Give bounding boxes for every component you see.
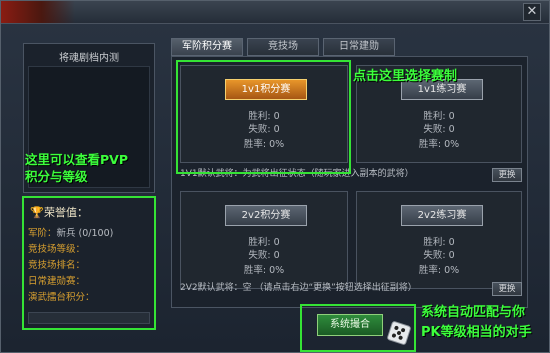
honor-label: 军阶： — [28, 228, 57, 239]
close-button[interactable]: ✕ — [523, 3, 541, 21]
stat-losses: 失败: 0 — [248, 250, 280, 261]
match-panel: 1v1积分赛 胜利: 0 失败: 0 胜率: 0% 1v1练习赛 胜利: 0 失… — [171, 56, 528, 308]
window-title-bar: ✕ — [1, 1, 549, 24]
auto-match-button[interactable]: 系统撮合 — [317, 314, 383, 336]
stat-wins: 胜利: 0 — [423, 111, 455, 122]
2v2-practice-button[interactable]: 2v2练习赛 — [401, 205, 483, 226]
pvp-annotation-line2: 积分与等级 — [25, 169, 88, 184]
select-mode-annotation: 点击这里选择赛制 — [353, 69, 458, 84]
honor-row-arena-level: 竞技场等级： — [28, 242, 113, 258]
honor-header: 🏆荣誉值： — [30, 204, 88, 220]
honor-panel: 🏆荣誉值： 军阶：新兵 (0/100) 竞技场等级： 竞技场排名： 日常建勋赛：… — [22, 196, 156, 330]
honor-label: 竞技场排名： — [28, 260, 86, 271]
pvp-annotation-line1: 这里可以查看PVP — [25, 152, 128, 167]
slot-2v2-rank: 2v2积分赛 胜利: 0 失败: 0 胜率: 0% — [180, 191, 348, 289]
honor-rows: 军阶：新兵 (0/100) 竞技场等级： 竞技场排名： 日常建勋赛： 演武擂台积… — [28, 226, 113, 306]
tab-rank-match[interactable]: 军阶积分赛 — [171, 38, 243, 56]
tab-daily[interactable]: 日常建勋 — [323, 38, 395, 56]
tab-arena[interactable]: 竞技场 — [247, 38, 319, 56]
pvp-annotation: 这里可以查看PVP 积分与等级 — [25, 151, 153, 185]
2v2-default-general-info: 2V2默认武将：空 （请点击右边“更换”按钮选择出征副将） — [180, 283, 417, 293]
match-annotation: 系统自动匹配与你 PK等级相当的对手 — [421, 303, 532, 343]
title-decoration — [1, 1, 75, 23]
honor-scrollbar[interactable] — [28, 312, 150, 324]
honor-row-rank: 军阶：新兵 (0/100) — [28, 226, 113, 242]
honor-label: 竞技场等级： — [28, 244, 86, 255]
character-panel-title: 将魂剧档内测 — [59, 53, 119, 64]
stat-win-rate: 胜率: 0% — [418, 139, 460, 150]
stat-win-rate: 胜率: 0% — [243, 265, 285, 276]
stat-losses: 失败: 0 — [248, 124, 280, 135]
match-annotation-line2: PK等级相当的对手 — [421, 325, 532, 340]
trophy-icon: 🏆 — [30, 206, 44, 219]
1v1-change-button[interactable]: 更换 — [492, 168, 522, 182]
honor-label: 日常建勋赛： — [28, 276, 86, 287]
honor-row-arena-score: 演武擂台积分： — [28, 290, 113, 306]
honor-value: 新兵 (0/100) — [56, 228, 114, 239]
stat-wins: 胜利: 0 — [423, 237, 455, 248]
1v1-default-general-info: 1V1默认武将：为武将出征状态（随玩家进入副本的武将） — [180, 169, 414, 179]
stat-losses: 失败: 0 — [423, 124, 455, 135]
slot-2v2-practice: 2v2练习赛 胜利: 0 失败: 0 胜率: 0% — [356, 191, 522, 289]
honor-row-arena-rank: 竞技场排名： — [28, 258, 113, 274]
honor-row-daily: 日常建勋赛： — [28, 274, 113, 290]
2v2-change-button[interactable]: 更换 — [492, 282, 522, 296]
game-window: ✕ 将魂剧档内测 这里可以查看PVP 积分与等级 🏆荣誉值： 军阶：新兵 (0/… — [0, 0, 550, 353]
match-annotation-line1: 系统自动匹配与你 — [421, 305, 526, 320]
2v2-rank-button[interactable]: 2v2积分赛 — [225, 205, 307, 226]
stat-win-rate: 胜率: 0% — [418, 265, 460, 276]
stat-wins: 胜利: 0 — [248, 111, 280, 122]
honor-label: 演武擂台积分： — [28, 292, 95, 303]
1v1-rank-button[interactable]: 1v1积分赛 — [225, 79, 307, 100]
stat-losses: 失败: 0 — [423, 250, 455, 261]
stat-win-rate: 胜率: 0% — [243, 139, 285, 150]
honor-header-label: 荣誉值： — [44, 206, 88, 219]
slot-1v1-rank: 1v1积分赛 胜利: 0 失败: 0 胜率: 0% — [180, 65, 348, 163]
stat-wins: 胜利: 0 — [248, 237, 280, 248]
